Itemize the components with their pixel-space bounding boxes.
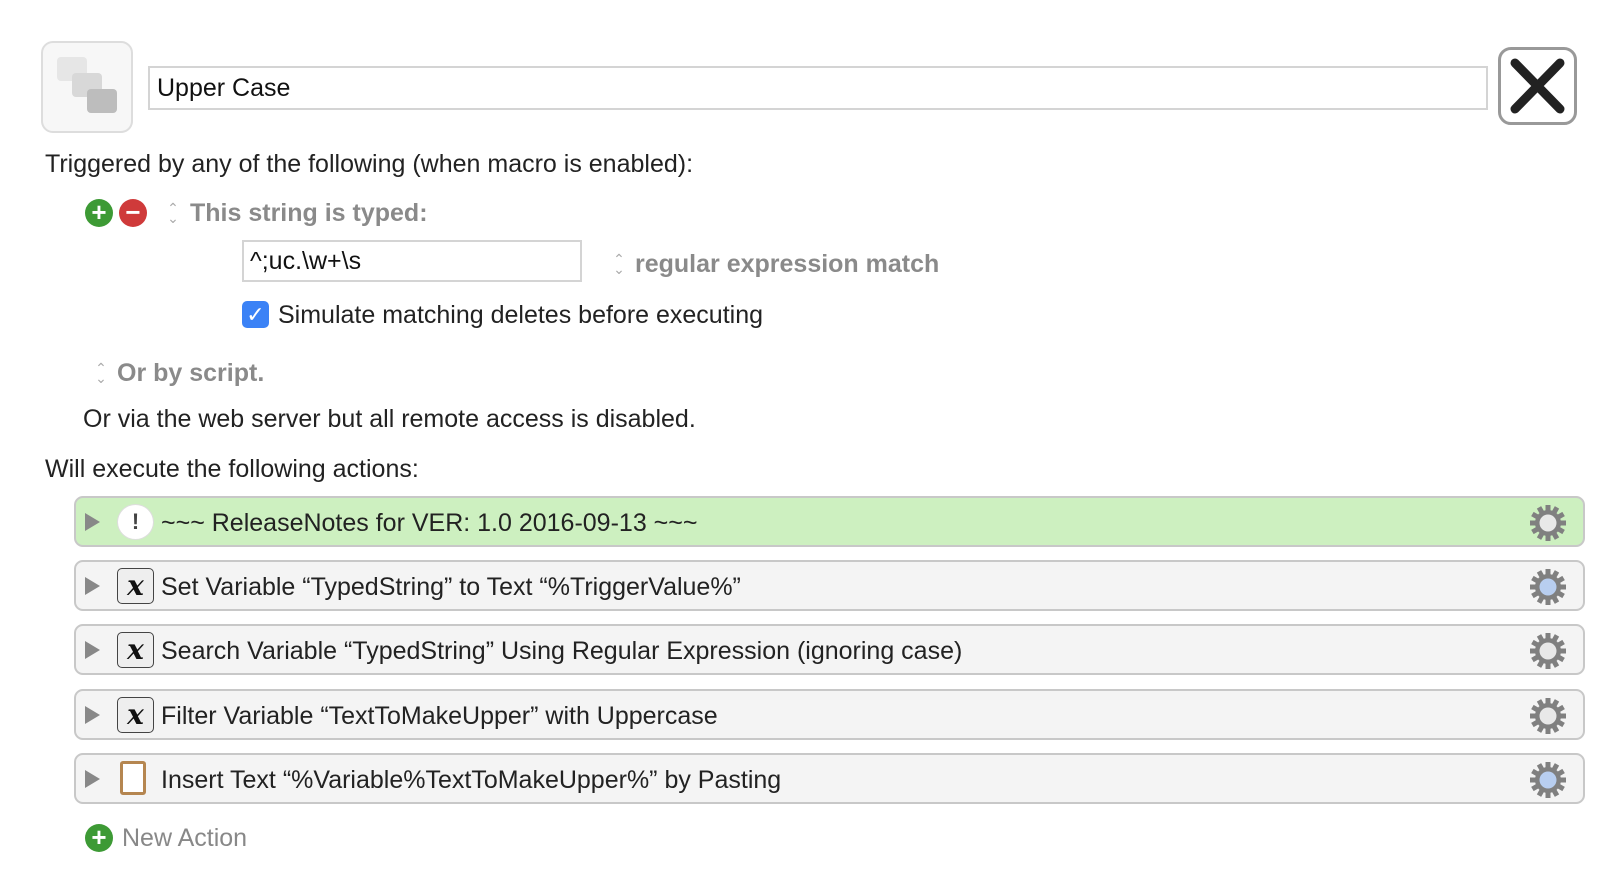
new-action-button[interactable]: New Action: [122, 823, 247, 853]
macro-icon[interactable]: [41, 41, 133, 133]
variable-icon: x: [117, 697, 154, 733]
simulate-deletes-label[interactable]: Simulate matching deletes before executi…: [278, 300, 763, 330]
new-action-icon[interactable]: +: [85, 824, 113, 852]
web-server-note: Or via the web server but all remote acc…: [83, 405, 696, 433]
gear-icon[interactable]: [1529, 697, 1567, 735]
action-row[interactable]: Insert Text “%Variable%TextToMakeUpper%”…: [74, 753, 1585, 804]
match-mode-label[interactable]: regular expression match: [635, 249, 939, 279]
action-row[interactable]: x Filter Variable “TextToMakeUpper” with …: [74, 689, 1585, 740]
simulate-deletes-checkbox[interactable]: ✓: [242, 301, 269, 328]
key-icon: [87, 89, 117, 113]
action-label: Insert Text “%Variable%TextToMakeUpper%”…: [161, 766, 782, 794]
action-label: Set Variable “TypedString” to Text “%Tri…: [161, 573, 741, 601]
remove-trigger-button[interactable]: −: [119, 199, 147, 227]
gear-icon[interactable]: [1529, 504, 1567, 542]
actions-heading: Will execute the following actions:: [45, 455, 419, 483]
action-label: Filter Variable “TextToMakeUpper” with U…: [161, 702, 718, 730]
script-trigger-label[interactable]: Or by script.: [117, 358, 264, 388]
disclosure-triangle-icon[interactable]: [85, 641, 100, 659]
clipboard-icon: [120, 761, 146, 795]
action-row[interactable]: x Search Variable “TypedString” Using Reg…: [74, 624, 1585, 675]
disclosure-triangle-icon[interactable]: [85, 577, 100, 595]
gear-icon[interactable]: [1529, 761, 1567, 799]
typed-string-input[interactable]: [242, 240, 582, 282]
trigger-type-label[interactable]: This string is typed:: [190, 198, 428, 228]
disclosure-triangle-icon[interactable]: [85, 706, 100, 724]
match-mode-stepper[interactable]: ⌃ ⌄: [612, 252, 626, 276]
action-row[interactable]: ! ~~~ ReleaseNotes for VER: 1.0 2016-09-1…: [74, 496, 1585, 547]
script-trigger-stepper[interactable]: ⌃ ⌄: [94, 361, 108, 385]
gear-icon[interactable]: [1529, 568, 1567, 606]
trigger-type-stepper[interactable]: ⌃ ⌄: [166, 201, 180, 225]
macro-name-field[interactable]: [148, 66, 1488, 110]
variable-icon: x: [117, 632, 154, 668]
close-x-icon: [1510, 58, 1565, 114]
disclosure-triangle-icon[interactable]: [85, 770, 100, 788]
add-trigger-button[interactable]: +: [85, 199, 113, 227]
action-label: Search Variable “TypedString” Using Regu…: [161, 637, 963, 665]
gear-icon[interactable]: [1529, 632, 1567, 670]
comment-icon: !: [117, 504, 154, 540]
triggers-heading: Triggered by any of the following (when …: [45, 150, 694, 178]
action-label: ~~~ ReleaseNotes for VER: 1.0 2016-09-13…: [161, 509, 698, 537]
disclosure-triangle-icon[interactable]: [85, 513, 100, 531]
close-button[interactable]: [1498, 47, 1577, 125]
action-row[interactable]: x Set Variable “TypedString” to Text “%Tr…: [74, 560, 1585, 611]
variable-icon: x: [117, 568, 154, 604]
